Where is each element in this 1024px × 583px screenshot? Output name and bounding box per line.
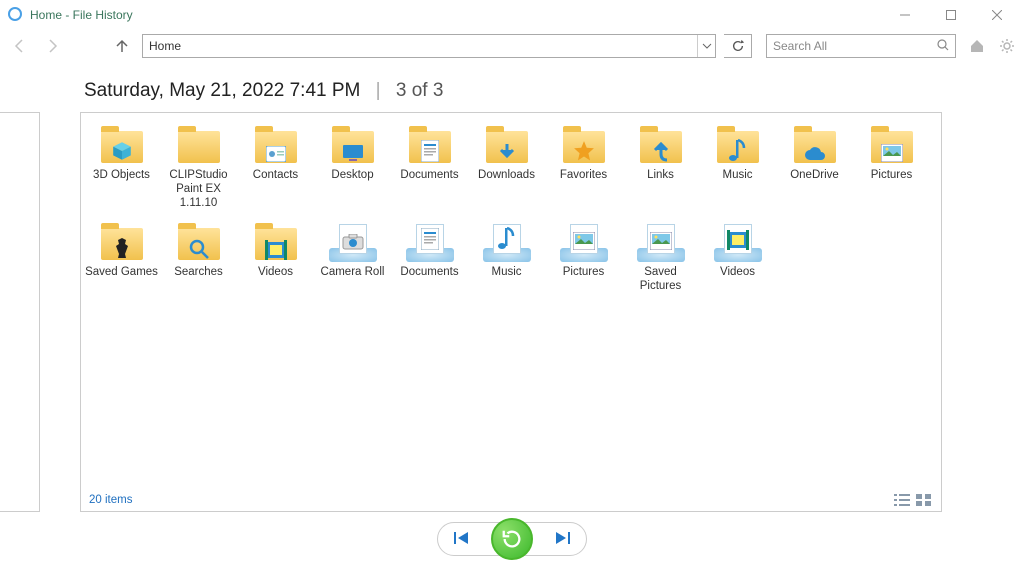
item-label: 3D Objects	[85, 169, 158, 183]
folder-item[interactable]: Pictures	[853, 119, 930, 216]
photo-icon	[868, 125, 916, 165]
camera-icon	[329, 222, 377, 262]
previous-snapshot-edge[interactable]	[0, 112, 40, 512]
library-item[interactable]: Saved Pictures	[622, 216, 699, 300]
refresh-button[interactable]	[724, 34, 752, 58]
star-icon	[560, 125, 608, 165]
photo-icon	[637, 222, 685, 262]
window-title: Home - File History	[30, 8, 133, 22]
snapshot-position: 3 of 3	[396, 80, 444, 101]
item-label: Camera Roll	[316, 266, 389, 280]
titlebar: Home - File History	[0, 0, 1024, 30]
folder-item[interactable]: 3D Objects	[83, 119, 160, 216]
folder-item[interactable]: Links	[622, 119, 699, 216]
item-label: Downloads	[470, 169, 543, 183]
up-button[interactable]	[110, 34, 134, 58]
folder-item[interactable]: Favorites	[545, 119, 622, 216]
item-label: Videos	[701, 266, 774, 280]
folder-icon	[175, 125, 223, 165]
item-label: Links	[624, 169, 697, 183]
previous-version-button[interactable]	[454, 531, 472, 548]
close-button[interactable]	[974, 0, 1020, 30]
item-label: Documents	[393, 266, 466, 280]
folder-item[interactable]: Desktop	[314, 119, 391, 216]
path-dropdown-icon[interactable]	[697, 35, 715, 57]
toolbar: Home Search All	[0, 30, 1024, 62]
item-label: Saved Pictures	[624, 266, 697, 294]
view-details-icon[interactable]	[893, 493, 911, 507]
search-box[interactable]: Search All	[766, 34, 956, 58]
item-label: Videos	[239, 266, 312, 280]
folder-item[interactable]: Documents	[391, 119, 468, 216]
item-label: Pictures	[855, 169, 928, 183]
folder-item[interactable]: Searches	[160, 216, 237, 300]
folder-item[interactable]: Downloads	[468, 119, 545, 216]
item-label: Music	[701, 169, 774, 183]
item-label: Favorites	[547, 169, 620, 183]
folder-item[interactable]: OneDrive	[776, 119, 853, 216]
cube-icon	[98, 125, 146, 165]
view-icons-icon[interactable]	[915, 493, 933, 507]
items-grid: 3D Objects CLIPStudio Paint EX 1.11.10 Con…	[81, 113, 941, 306]
note-icon	[714, 125, 762, 165]
item-count: 20 items	[89, 494, 132, 506]
app-icon	[8, 7, 24, 23]
statusbar: 20 items	[81, 489, 941, 511]
next-version-button[interactable]	[552, 531, 570, 548]
note-icon	[483, 222, 531, 262]
doc-icon	[406, 125, 454, 165]
maximize-button[interactable]	[928, 0, 974, 30]
library-item[interactable]: Pictures	[545, 216, 622, 300]
library-item[interactable]: Videos	[699, 216, 776, 300]
folder-item[interactable]: Music	[699, 119, 776, 216]
back-button[interactable]	[8, 34, 32, 58]
cloud-icon	[791, 125, 839, 165]
item-label: Music	[470, 266, 543, 280]
snapshot-timestamp: Saturday, May 21, 2022 7:41 PM	[84, 80, 360, 101]
item-label: Contacts	[239, 169, 312, 183]
folder-item[interactable]: CLIPStudio Paint EX 1.11.10	[160, 119, 237, 216]
film-icon	[252, 222, 300, 262]
search-placeholder: Search All	[773, 39, 933, 53]
search-icon	[937, 39, 949, 54]
item-label: CLIPStudio Paint EX 1.11.10	[162, 169, 235, 210]
search-icon	[175, 222, 223, 262]
link-icon	[637, 125, 685, 165]
controls	[0, 522, 1024, 556]
home-icon[interactable]	[968, 37, 986, 55]
doc-icon	[406, 222, 454, 262]
photo-icon	[560, 222, 608, 262]
down-icon	[483, 125, 531, 165]
library-item[interactable]: Music	[468, 216, 545, 300]
path-text: Home	[143, 39, 697, 53]
card-icon	[252, 125, 300, 165]
chess-icon	[98, 222, 146, 262]
item-label: Saved Games	[85, 266, 158, 280]
restore-button[interactable]	[491, 518, 533, 560]
item-label: Pictures	[547, 266, 620, 280]
folder-item[interactable]: Saved Games	[83, 216, 160, 300]
item-label: Searches	[162, 266, 235, 280]
folder-item[interactable]: Videos	[237, 216, 314, 300]
library-item[interactable]: Documents	[391, 216, 468, 300]
folder-item[interactable]: Contacts	[237, 119, 314, 216]
settings-icon[interactable]	[998, 37, 1016, 55]
item-label: Desktop	[316, 169, 389, 183]
desktop-icon	[329, 125, 377, 165]
file-pane: 3D Objects CLIPStudio Paint EX 1.11.10 Con…	[80, 112, 942, 512]
snapshot-header: Saturday, May 21, 2022 7:41 PM | 3 of 3	[0, 62, 1024, 112]
item-label: Documents	[393, 169, 466, 183]
forward-button[interactable]	[40, 34, 64, 58]
item-label: OneDrive	[778, 169, 851, 183]
minimize-button[interactable]	[882, 0, 928, 30]
film-icon	[714, 222, 762, 262]
library-item[interactable]: Camera Roll	[314, 216, 391, 300]
path-box[interactable]: Home	[142, 34, 716, 58]
